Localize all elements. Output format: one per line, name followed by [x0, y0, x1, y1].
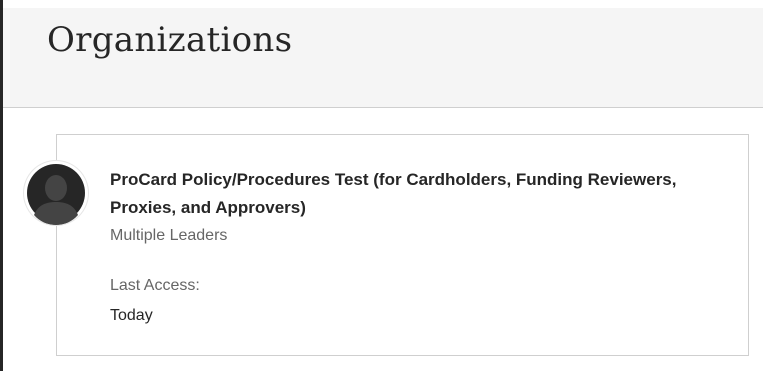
organization-list: ProCard Policy/Procedures Test (for Card…	[3, 108, 763, 371]
organization-leaders: Multiple Leaders	[110, 227, 228, 244]
page-title: Organizations	[47, 20, 293, 60]
last-access-label: Last Access:	[110, 277, 200, 294]
organization-card[interactable]: ProCard Policy/Procedures Test (for Card…	[24, 134, 749, 356]
page-header: Organizations	[3, 8, 763, 108]
organization-title-link[interactable]: ProCard Policy/Procedures Test (for Card…	[110, 166, 740, 222]
avatar	[24, 161, 88, 225]
last-access-value: Today	[110, 307, 153, 324]
top-strip	[0, 0, 763, 8]
user-silhouette-icon	[27, 164, 85, 225]
